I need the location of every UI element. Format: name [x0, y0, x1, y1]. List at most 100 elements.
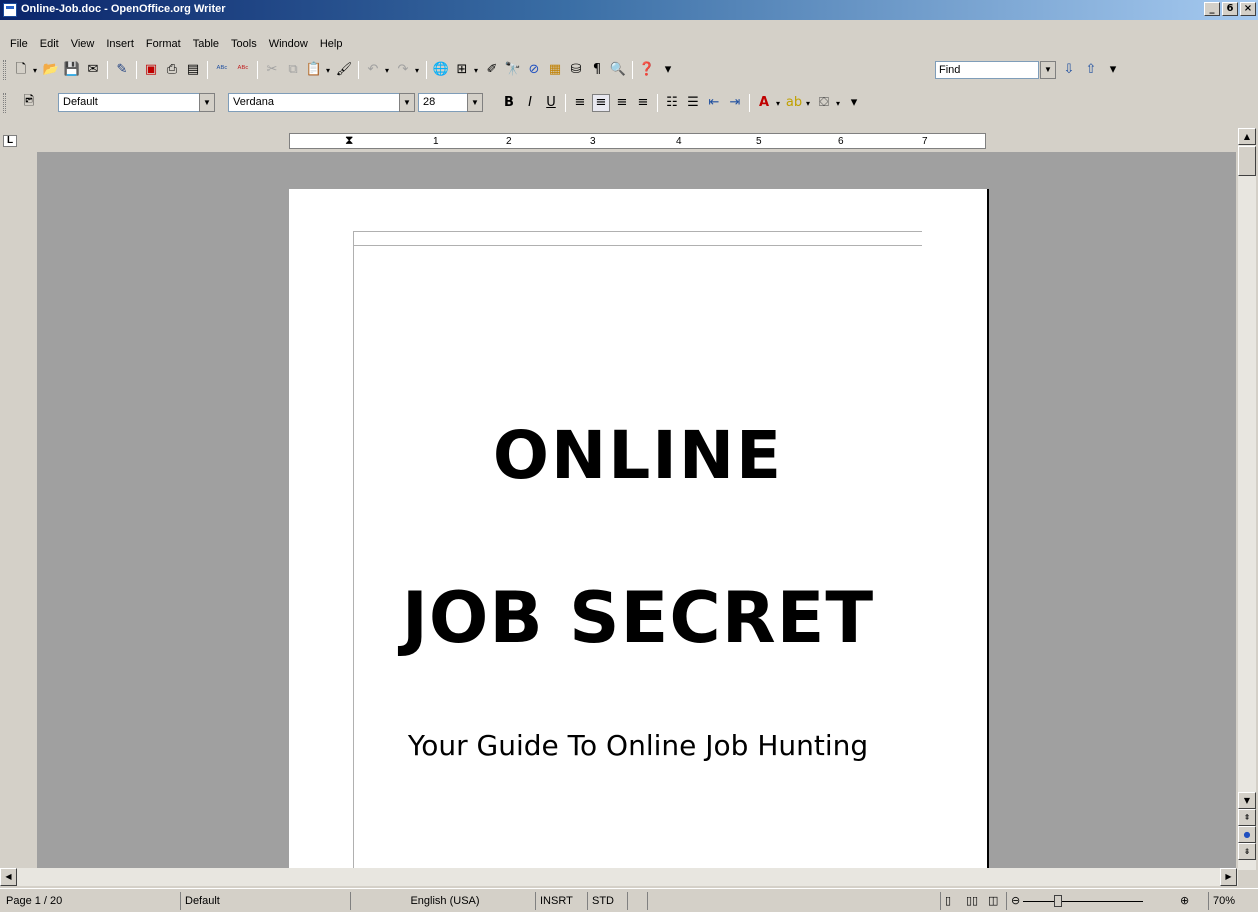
menu-edit[interactable]: Edit	[34, 36, 65, 52]
save-icon[interactable]: 💾	[63, 61, 81, 79]
hyperlink-icon[interactable]: 🌐	[432, 61, 450, 79]
scroll-up-button[interactable]: ▲	[1238, 128, 1256, 145]
close-button[interactable]: ×	[1240, 2, 1256, 16]
multi-page-view-icon[interactable]: ▯▯	[962, 892, 984, 910]
undo-icon[interactable]: ↶	[364, 61, 382, 79]
page-preview-icon[interactable]: ▤	[184, 61, 202, 79]
styles-formatting-icon[interactable]: 🖻	[20, 93, 38, 111]
email-document-icon[interactable]: ✉	[84, 61, 102, 79]
insert-mode-status[interactable]: INSRT	[535, 892, 587, 910]
single-page-view-icon[interactable]: ▯	[940, 892, 962, 910]
font-color-dropdown-icon[interactable]: ▾	[776, 99, 782, 108]
menu-help[interactable]: Help	[314, 36, 349, 52]
edit-file-icon[interactable]: ✎	[113, 61, 131, 79]
data-sources-icon[interactable]: ⛁	[567, 61, 585, 79]
spellcheck-icon[interactable]: ᴬᴮᶜ	[213, 61, 231, 79]
paragraph-style-select[interactable]: Default	[58, 93, 200, 112]
redo-dropdown-icon[interactable]: ▾	[415, 66, 421, 75]
menu-table[interactable]: Table	[187, 36, 225, 52]
selection-mode-status[interactable]: STD	[587, 892, 627, 910]
previous-page-button[interactable]: ⇞	[1238, 809, 1256, 826]
zoom-slider-track[interactable]	[1023, 901, 1143, 902]
gallery-icon[interactable]: ▦	[546, 61, 564, 79]
print-icon[interactable]: ⎙	[163, 61, 181, 79]
document-workspace[interactable]: ONLINE JOB SECRET Your Guide To Online J…	[37, 152, 1236, 870]
increase-indent-icon[interactable]: ⇥	[726, 94, 744, 112]
autospellcheck-icon[interactable]: ᴬᴮᶜ	[234, 61, 252, 79]
writer-app-icon[interactable]	[3, 3, 17, 17]
find-next-icon[interactable]: ⇩	[1060, 61, 1078, 79]
align-center-icon[interactable]: ≡	[592, 94, 610, 112]
vertical-scroll-thumb[interactable]	[1238, 146, 1256, 176]
background-color-dropdown-icon[interactable]: ▾	[836, 99, 842, 108]
font-name-dropdown[interactable]: ▼	[399, 93, 415, 112]
draw-functions-icon[interactable]: ✐	[483, 61, 501, 79]
ruler-indent-marker[interactable]: ⧗	[345, 133, 353, 148]
menu-insert[interactable]: Insert	[100, 36, 140, 52]
find-dropdown-button[interactable]: ▼	[1040, 61, 1056, 79]
bullets-icon[interactable]: ☰	[684, 94, 702, 112]
menu-tools[interactable]: Tools	[225, 36, 263, 52]
language-status[interactable]: English (USA)	[350, 892, 535, 910]
scroll-left-button[interactable]: ◀	[0, 868, 17, 886]
menu-format[interactable]: Format	[140, 36, 187, 52]
font-size-select[interactable]: 28	[418, 93, 468, 112]
toolbar-options-icon[interactable]: ▾	[659, 61, 677, 79]
formatting-marks-icon[interactable]: ¶	[588, 61, 606, 79]
toolbar-grip[interactable]	[3, 93, 6, 113]
toolbar-options-icon[interactable]: ▾	[845, 94, 863, 112]
redo-icon[interactable]: ↷	[394, 61, 412, 79]
zoom-in-icon[interactable]: ⊕	[1176, 892, 1194, 910]
paste-dropdown-icon[interactable]: ▾	[326, 66, 332, 75]
document-page[interactable]: ONLINE JOB SECRET Your Guide To Online J…	[289, 189, 989, 870]
zoom-level-status[interactable]: 70%	[1208, 892, 1256, 910]
decrease-indent-icon[interactable]: ⇤	[705, 94, 723, 112]
toolbar-grip[interactable]	[3, 60, 6, 80]
document-subtitle[interactable]: Your Guide To Online Job Hunting	[354, 729, 922, 762]
paste-icon[interactable]: 📋	[305, 61, 323, 79]
help-icon[interactable]: ❓	[638, 61, 656, 79]
justify-icon[interactable]: ≡	[634, 94, 652, 112]
font-size-dropdown[interactable]: ▼	[467, 93, 483, 112]
menu-window[interactable]: Window	[263, 36, 314, 52]
menu-file[interactable]: File	[4, 36, 34, 52]
background-color-icon[interactable]: ⛋	[815, 94, 833, 112]
copy-icon[interactable]: ⧉	[284, 61, 302, 79]
cut-icon[interactable]: ✂	[263, 61, 281, 79]
find-input[interactable]: Find	[935, 61, 1039, 79]
font-color-icon[interactable]: A	[755, 94, 773, 112]
numbering-icon[interactable]: ☷	[663, 94, 681, 112]
horizontal-ruler[interactable]: ⧗ 1 2 3 4 5 6 7	[289, 133, 986, 149]
zoom-out-icon[interactable]: ⊖	[1006, 892, 1024, 910]
navigation-icon[interactable]: ●	[1238, 826, 1256, 843]
tab-stop-selector[interactable]	[3, 135, 17, 147]
align-right-icon[interactable]: ≡	[613, 94, 631, 112]
horizontal-scrollbar[interactable]: ◀ ▶	[0, 868, 1238, 886]
zoom-slider-thumb[interactable]	[1054, 895, 1062, 907]
find-toolbar-options-icon[interactable]: ▾	[1104, 61, 1122, 79]
highlighting-icon[interactable]: ab	[785, 94, 803, 112]
scroll-right-button[interactable]: ▶	[1220, 868, 1237, 886]
zoom-icon[interactable]: 🔍	[609, 61, 627, 79]
navigator-icon[interactable]: ⊘	[525, 61, 543, 79]
page-number-status[interactable]: Page 1 / 20	[0, 892, 62, 910]
table-icon[interactable]: ⊞	[453, 61, 471, 79]
clone-formatting-icon[interactable]: 🖌	[335, 61, 353, 79]
bold-icon[interactable]: B	[500, 94, 518, 112]
find-previous-icon[interactable]: ⇧	[1082, 61, 1100, 79]
document-title-line1[interactable]: ONLINE	[354, 417, 922, 494]
find-replace-icon[interactable]: 🔭	[504, 61, 522, 79]
restore-button[interactable]: 6	[1222, 2, 1238, 16]
new-document-icon[interactable]: 🗋	[12, 61, 30, 79]
scroll-down-button[interactable]: ▼	[1238, 792, 1256, 809]
new-dropdown-icon[interactable]: ▾	[33, 66, 39, 75]
book-view-icon[interactable]: ◫	[984, 892, 1006, 910]
paragraph-style-dropdown[interactable]: ▼	[199, 93, 215, 112]
undo-dropdown-icon[interactable]: ▾	[385, 66, 391, 75]
page-style-status[interactable]: Default	[180, 892, 350, 910]
underline-icon[interactable]: U	[542, 94, 560, 112]
export-pdf-icon[interactable]: ▣	[142, 61, 160, 79]
align-left-icon[interactable]: ≡	[571, 94, 589, 112]
vertical-scrollbar[interactable]: ▲ ▼ ⇞ ● ⇟	[1238, 128, 1256, 870]
menu-view[interactable]: View	[65, 36, 101, 52]
